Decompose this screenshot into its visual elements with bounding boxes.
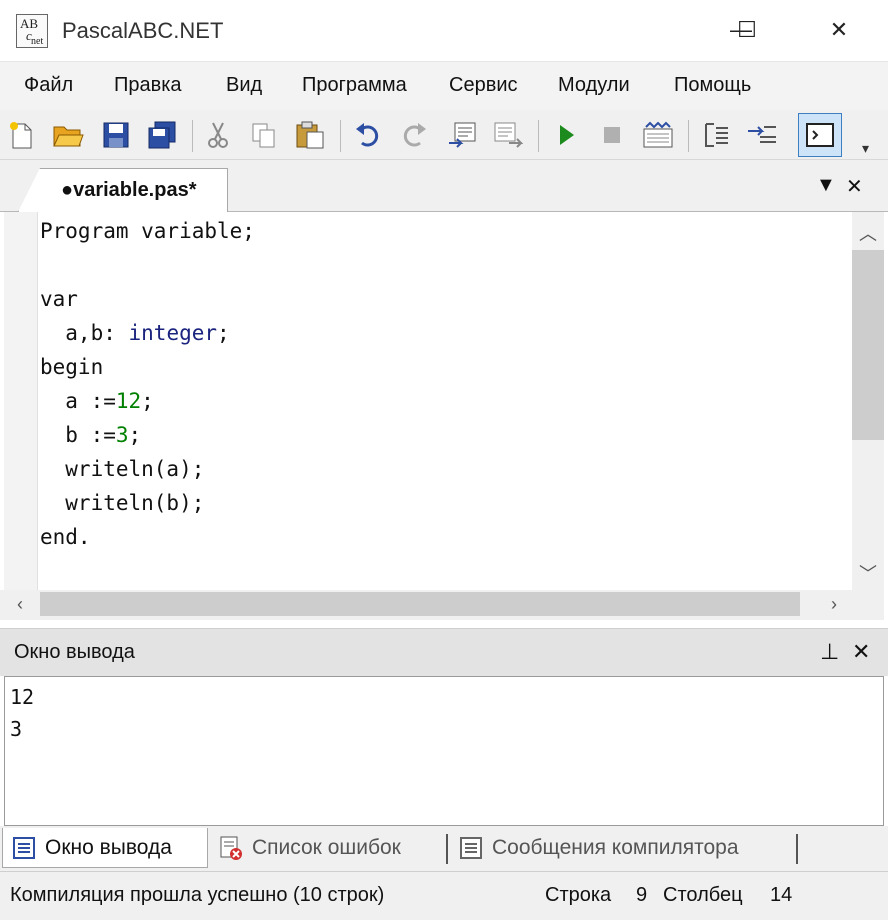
app-logo-icon: AB c net bbox=[16, 14, 48, 48]
output-line: 3 bbox=[10, 717, 23, 741]
tab-error-list-label: Список ошибок bbox=[252, 836, 401, 859]
status-column-value: 14 bbox=[770, 884, 793, 906]
scroll-down-icon[interactable]: ﹀ bbox=[852, 560, 884, 586]
code-line-4: a,b: integer; bbox=[40, 321, 230, 345]
tab-separator bbox=[796, 834, 798, 864]
tab-label: ●variable.pas* bbox=[61, 179, 197, 201]
title-bar: AB c net PascalABC.NET — ☐ ✕ bbox=[0, 0, 888, 62]
menu-edit[interactable]: Правка bbox=[114, 74, 182, 97]
compiler-messages-icon bbox=[460, 837, 482, 859]
menu-file[interactable]: Файл bbox=[24, 74, 73, 97]
menu-view[interactable]: Вид bbox=[226, 74, 262, 97]
code-line-1: Program variable; bbox=[40, 219, 255, 243]
undo-icon[interactable] bbox=[350, 117, 386, 153]
tab-output-window-label: Окно вывода bbox=[45, 835, 172, 859]
status-line-label: Строка bbox=[545, 884, 612, 906]
tab-close-icon[interactable]: ✕ bbox=[846, 174, 863, 199]
menu-program[interactable]: Программа bbox=[302, 74, 407, 97]
menu-service[interactable]: Сервис bbox=[449, 74, 518, 97]
code-line-3: var bbox=[40, 287, 78, 311]
tab-output-window[interactable]: Окно вывода bbox=[2, 828, 208, 868]
open-folder-icon[interactable] bbox=[50, 117, 86, 153]
step-into-icon[interactable] bbox=[698, 117, 734, 153]
output-panel-title: Окно вывода bbox=[14, 641, 135, 663]
copy-icon[interactable] bbox=[246, 117, 282, 153]
toolbar-overflow-icon[interactable]: ▾ bbox=[862, 140, 869, 157]
code-line-7: b :=3; bbox=[40, 423, 142, 447]
menu-bar: Файл Правка Вид Программа Сервис Модули … bbox=[0, 62, 888, 110]
horizontal-scroll-thumb[interactable] bbox=[40, 592, 800, 616]
tab-compiler-messages[interactable]: Сообщения компилятора bbox=[450, 828, 796, 868]
menu-help[interactable]: Помощь bbox=[674, 74, 751, 97]
vertical-scroll-thumb[interactable] bbox=[852, 250, 884, 440]
toolbar-separator bbox=[192, 120, 193, 152]
console-icon[interactable] bbox=[798, 113, 842, 157]
editor-gutter bbox=[4, 212, 38, 590]
output-close-icon[interactable]: ✕ bbox=[852, 639, 870, 665]
redo-icon[interactable] bbox=[396, 117, 432, 153]
status-column-label: Столбец bbox=[663, 884, 743, 906]
tab-variable-pas[interactable]: ●variable.pas* bbox=[18, 168, 228, 212]
toolbar-separator bbox=[538, 120, 539, 152]
scroll-up-icon[interactable]: ︿ bbox=[852, 220, 884, 246]
status-line-value: 9 bbox=[636, 884, 648, 906]
output-line: 12 bbox=[10, 685, 35, 709]
scroll-right-icon[interactable]: › bbox=[818, 594, 850, 615]
code-line-10: end. bbox=[40, 525, 91, 549]
menu-modules[interactable]: Модули bbox=[558, 74, 630, 97]
toolbar-separator bbox=[340, 120, 341, 152]
tab-compiler-messages-label: Сообщения компилятора bbox=[492, 836, 739, 859]
format-icon[interactable] bbox=[444, 117, 480, 153]
tab-separator bbox=[446, 834, 448, 864]
bottom-tab-bar: Окно вывода Список ошибок Сообщения комп… bbox=[0, 826, 888, 872]
editor-tab-row: ●variable.pas* ▼ ✕ bbox=[0, 160, 888, 212]
new-file-icon[interactable] bbox=[4, 117, 40, 153]
code-line-8: writeln(a); bbox=[40, 457, 205, 481]
pin-icon[interactable]: ⊥ bbox=[820, 639, 839, 665]
toolbar-separator bbox=[688, 120, 689, 152]
maximize-icon: ☐ bbox=[737, 17, 757, 42]
code-line-9: writeln(b); bbox=[40, 491, 205, 515]
compile-icon[interactable] bbox=[640, 117, 676, 153]
output-window-icon bbox=[13, 836, 35, 859]
close-window-button[interactable]: ✕ bbox=[816, 10, 862, 50]
maximize-button[interactable]: ☐ bbox=[724, 10, 770, 50]
code-editor[interactable]: Program variable; var a,b: integer; begi… bbox=[0, 212, 888, 590]
run-icon[interactable] bbox=[548, 117, 584, 153]
tab-dropdown-icon[interactable]: ▼ bbox=[816, 174, 836, 197]
output-window[interactable]: 12 3 bbox=[4, 676, 884, 826]
status-bar: Компиляция прошла успешно (10 строк) Стр… bbox=[0, 872, 888, 920]
step-over-icon[interactable] bbox=[744, 117, 780, 153]
stop-icon[interactable] bbox=[594, 117, 630, 153]
error-list-icon bbox=[220, 836, 242, 860]
code-line-5: begin bbox=[40, 355, 104, 379]
scroll-corner bbox=[852, 590, 884, 620]
save-icon[interactable] bbox=[98, 117, 134, 153]
scroll-left-icon[interactable]: ‹ bbox=[4, 594, 36, 615]
debug-icon[interactable] bbox=[490, 117, 526, 153]
output-panel-header: Окно вывода ⊥ ✕ bbox=[0, 628, 888, 676]
close-icon: ✕ bbox=[829, 17, 849, 42]
code-line-6: a :=12; bbox=[40, 389, 154, 413]
status-message: Компиляция прошла успешно (10 строк) bbox=[10, 884, 385, 906]
tab-error-list[interactable]: Список ошибок bbox=[210, 828, 446, 868]
cut-icon[interactable] bbox=[200, 117, 236, 153]
toolbar: ▾ bbox=[0, 110, 888, 160]
save-all-icon[interactable] bbox=[144, 117, 180, 153]
window-title: PascalABC.NET bbox=[62, 18, 224, 43]
paste-icon[interactable] bbox=[292, 117, 328, 153]
